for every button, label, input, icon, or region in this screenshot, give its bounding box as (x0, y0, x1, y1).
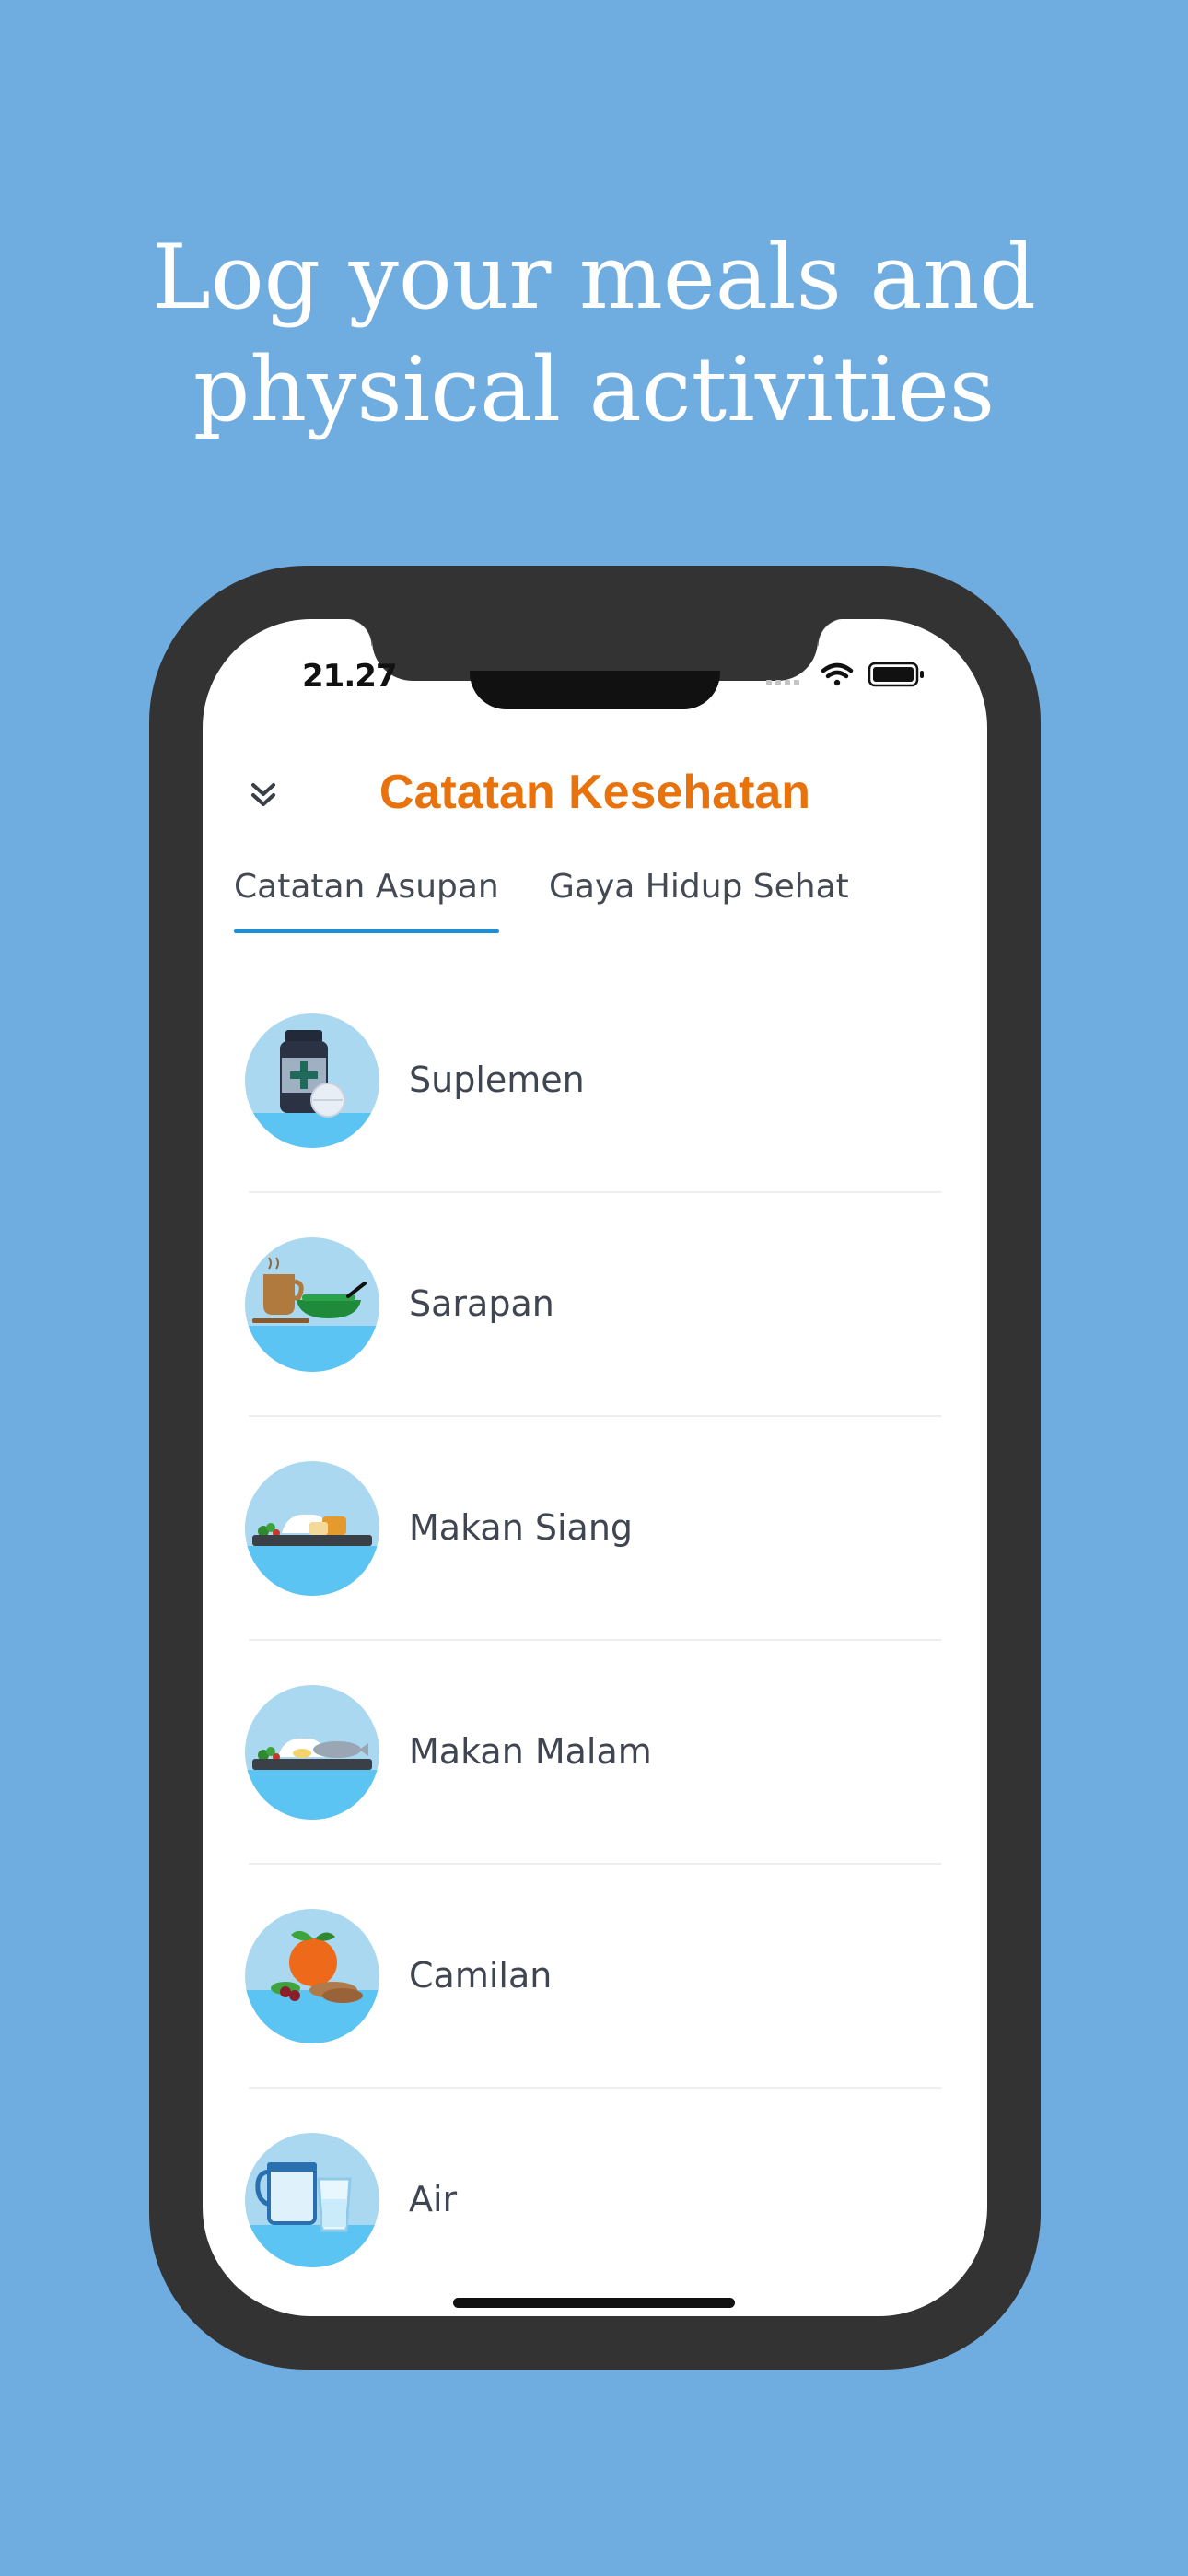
water-icon (245, 2133, 379, 2267)
app-header: Catatan Kesehatan (203, 757, 987, 831)
supplement-icon (245, 1013, 379, 1148)
status-time: 21.27 (302, 658, 398, 695)
headline-line-2: physical activities (192, 338, 996, 441)
list-item-label: Makan Malam (409, 1731, 652, 1772)
phone-frame: 21.27 Catatan Kesehatan Catatan Asupan G… (149, 566, 1041, 2370)
camera-notch (470, 671, 720, 709)
list-item-label: Suplemen (409, 1060, 585, 1100)
list-item-makan-malam[interactable]: Makan Malam (203, 1641, 987, 1865)
tab-bar: Catatan Asupan Gaya Hidup Sehat (203, 868, 987, 934)
breakfast-icon (245, 1237, 379, 1372)
home-indicator[interactable] (453, 2298, 735, 2308)
list-item-label: Camilan (409, 1955, 553, 1996)
list-item-suplemen[interactable]: Suplemen (203, 969, 987, 1193)
list-item-sarapan[interactable]: Sarapan (203, 1193, 987, 1417)
headline-line-1: Log your meals and (152, 226, 1036, 329)
snack-icon (245, 1909, 379, 2043)
list-item-air[interactable]: Air (203, 2089, 987, 2313)
list-item-label: Makan Siang (409, 1507, 634, 1548)
page-title: Catatan Kesehatan (379, 766, 811, 819)
status-icons (766, 660, 928, 689)
list-item-label: Air (409, 2179, 458, 2219)
list-item-label: Sarapan (409, 1283, 554, 1324)
tab-gaya-hidup-sehat[interactable]: Gaya Hidup Sehat (549, 868, 849, 906)
list-item-makan-siang[interactable]: Makan Siang (203, 1417, 987, 1641)
headline: Log your meals and physical activities (0, 221, 1188, 446)
list-item-camilan[interactable]: Camilan (203, 1865, 987, 2089)
battery-icon (868, 662, 924, 687)
signal-icon (766, 680, 799, 685)
phone-screen: 21.27 Catatan Kesehatan Catatan Asupan G… (203, 619, 987, 2316)
dinner-icon (245, 1685, 379, 1820)
tab-catatan-asupan[interactable]: Catatan Asupan (234, 868, 499, 933)
intake-list: Suplemen Sarapan Makan Siang Makan Malam… (203, 969, 987, 2313)
lunch-icon (245, 1461, 379, 1596)
wifi-icon (821, 662, 854, 686)
